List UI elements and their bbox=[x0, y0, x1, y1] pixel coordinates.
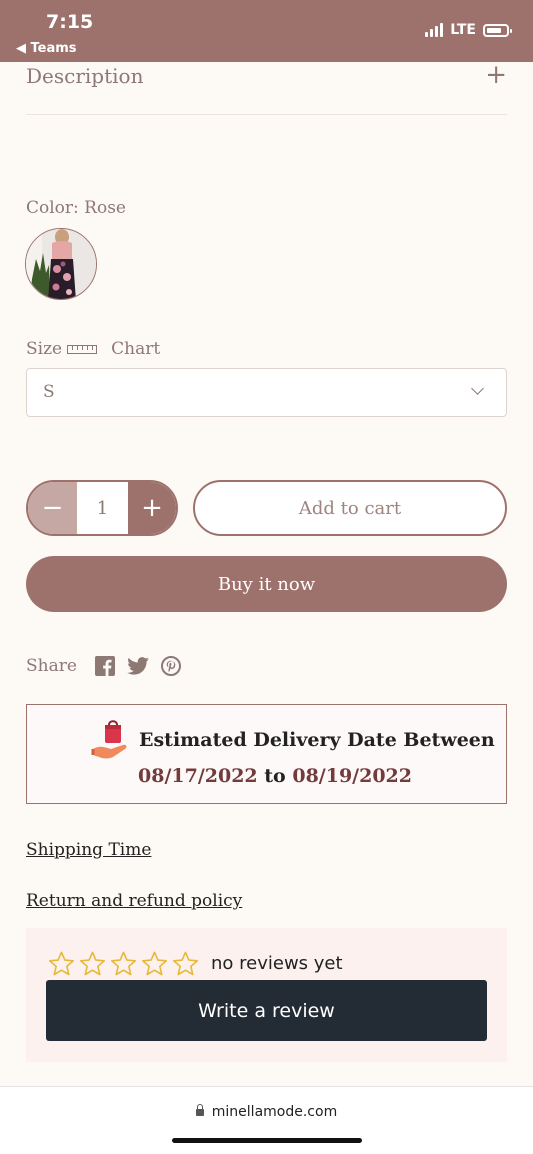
size-selected-value: S bbox=[43, 382, 55, 402]
write-review-button[interactable]: Write a review bbox=[46, 980, 487, 1041]
size-select[interactable]: S bbox=[26, 368, 507, 417]
chevron-down-icon bbox=[471, 382, 484, 395]
return-refund-policy-link[interactable]: Return and refund policy bbox=[26, 891, 242, 911]
delivery-date-from: 08/17/2022 bbox=[138, 765, 258, 787]
facebook-icon[interactable] bbox=[94, 656, 115, 676]
description-accordion[interactable]: Description + bbox=[26, 60, 507, 115]
estimated-delivery-box: Estimated Delivery Date Between 08/17/20… bbox=[26, 704, 507, 804]
status-time: 7:15 bbox=[46, 11, 94, 33]
review-status: no reviews yet bbox=[211, 953, 343, 974]
size-label: Size bbox=[26, 339, 63, 359]
lock-icon bbox=[195, 1103, 204, 1116]
delivery-date-to: 08/19/2022 bbox=[292, 765, 412, 787]
home-indicator[interactable] bbox=[172, 1138, 362, 1143]
size-label-row: Size Chart bbox=[26, 339, 160, 359]
delivery-connector: to bbox=[264, 765, 286, 787]
delivery-title: Estimated Delivery Date Between bbox=[139, 729, 495, 751]
quantity-plus-button[interactable]: + bbox=[128, 482, 176, 534]
delivery-package-icon bbox=[91, 720, 127, 759]
expand-plus-icon[interactable]: + bbox=[485, 60, 507, 90]
size-chart-link[interactable]: Chart bbox=[111, 339, 160, 359]
url-text: minellamode.com bbox=[211, 1104, 338, 1120]
battery-icon bbox=[483, 23, 512, 37]
network-type: LTE bbox=[450, 22, 476, 38]
twitter-icon[interactable] bbox=[127, 657, 149, 675]
star-icon bbox=[173, 951, 198, 976]
delivery-dates: 08/17/2022 to 08/19/2022 bbox=[138, 765, 412, 787]
star-icon bbox=[111, 951, 136, 976]
buy-it-now-button[interactable]: Buy it now bbox=[26, 556, 507, 612]
share-row: Share bbox=[26, 656, 181, 676]
color-swatch-rose[interactable] bbox=[25, 228, 97, 300]
status-bar: 7:15 ◀ Teams LTE bbox=[0, 0, 533, 62]
quantity-minus-button[interactable]: − bbox=[28, 482, 77, 534]
share-label: Share bbox=[26, 656, 77, 676]
ruler-icon[interactable] bbox=[67, 344, 98, 354]
star-icon bbox=[49, 951, 74, 976]
star-icon bbox=[142, 951, 167, 976]
rating-stars bbox=[47, 950, 200, 978]
star-icon bbox=[80, 951, 105, 976]
browser-address-bar[interactable]: minellamode.com bbox=[0, 1086, 533, 1154]
add-to-cart-button[interactable]: Add to cart bbox=[193, 480, 507, 536]
quantity-input[interactable]: 1 bbox=[77, 482, 128, 534]
back-to-teams-link[interactable]: ◀ Teams bbox=[16, 41, 77, 56]
description-label: Description bbox=[26, 64, 144, 88]
pinterest-icon[interactable] bbox=[160, 656, 181, 676]
url-display[interactable]: minellamode.com bbox=[0, 1103, 533, 1120]
signal-icon bbox=[425, 23, 444, 37]
reviews-widget: no reviews yet Write a review bbox=[26, 928, 507, 1062]
shipping-time-link[interactable]: Shipping Time bbox=[26, 840, 151, 860]
quantity-stepper: − 1 + bbox=[26, 480, 178, 536]
status-indicators: LTE bbox=[425, 22, 512, 38]
color-label: Color: Rose bbox=[26, 198, 126, 218]
